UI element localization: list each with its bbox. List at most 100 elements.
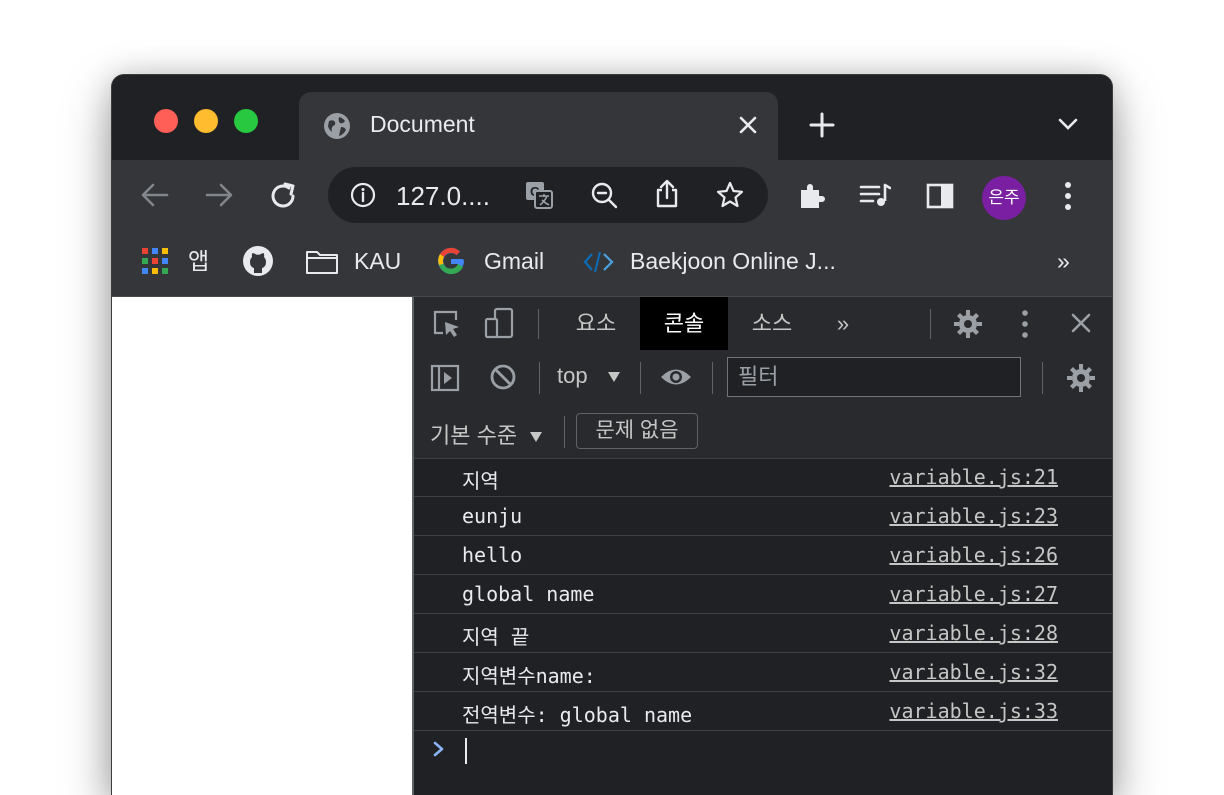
tab-console[interactable]: 콘솔	[640, 297, 728, 350]
dropdown-arrow-icon	[608, 372, 620, 382]
info-icon[interactable]	[350, 182, 376, 208]
zoom-window-button[interactable]	[234, 109, 258, 133]
page-viewport: 요소 콘솔 소스 » top 필터 기본 수준 문제 없음 지역 variabl…	[112, 297, 1112, 795]
console-message: 지역 variable.js:21	[414, 458, 1112, 497]
tab-elements[interactable]: 요소	[554, 297, 638, 350]
globe-icon	[324, 113, 350, 139]
folder-icon	[306, 251, 338, 274]
new-tab-icon[interactable]	[809, 112, 835, 138]
message-text: global name	[462, 582, 595, 606]
minimize-window-button[interactable]	[194, 109, 218, 133]
toolbar-divider	[1042, 362, 1043, 394]
toolbar-divider	[930, 309, 931, 339]
console-message: eunju variable.js:23	[414, 497, 1112, 536]
more-vert-icon[interactable]	[1063, 181, 1073, 211]
context-label: top	[557, 363, 588, 388]
source-link[interactable]: variable.js:23	[889, 504, 1058, 528]
message-text: 지역	[462, 469, 499, 493]
bookmark-github[interactable]	[242, 245, 276, 277]
console-message: 지역변수name: variable.js:32	[414, 653, 1112, 692]
reload-icon[interactable]	[269, 181, 299, 211]
prompt-chevron-icon	[433, 741, 444, 757]
source-link[interactable]: variable.js:21	[889, 465, 1058, 489]
filter-input[interactable]: 필터	[727, 357, 1021, 397]
context-selector[interactable]: top	[557, 363, 620, 393]
source-link[interactable]: variable.js:28	[889, 621, 1058, 645]
source-link[interactable]: variable.js:33	[889, 699, 1058, 723]
toolbar-divider	[564, 416, 565, 448]
bookmarks-bar: 앱 KAU Gmail Baekjoon Online J... »	[112, 232, 1112, 297]
back-arrow-icon[interactable]	[140, 182, 170, 208]
zoom-out-icon[interactable]	[590, 181, 618, 209]
bookmark-kau-folder[interactable]: KAU	[305, 245, 415, 277]
log-level-label: 기본 수준	[430, 423, 518, 448]
google-icon	[438, 247, 464, 275]
tab-sources[interactable]: 소스	[730, 297, 814, 350]
message-text: hello	[462, 543, 523, 567]
devtools-tab-bar: 요소 콘솔 소스 »	[414, 297, 1112, 351]
console-messages: 지역 variable.js:21 eunju variable.js:23 h…	[414, 458, 1112, 771]
toolbar-divider	[640, 362, 641, 394]
chevron-down-icon[interactable]	[1057, 116, 1079, 132]
tab-strip: Document	[112, 75, 1112, 160]
extensions-puzzle-icon[interactable]	[796, 180, 828, 212]
inspect-element-icon[interactable]	[432, 309, 462, 339]
toolbar-divider	[539, 362, 540, 394]
toolbar-divider	[538, 309, 539, 339]
bookmark-apps[interactable]: 앱	[142, 245, 212, 277]
settings-gear-icon[interactable]	[953, 309, 983, 339]
console-filter-bar: 기본 수준 문제 없음	[414, 406, 1112, 459]
browser-window: Document 127.0.... 은주 앱 KAU Gmail Baekjo…	[112, 75, 1112, 795]
more-tabs-button[interactable]: »	[826, 297, 860, 350]
live-expression-eye-icon[interactable]	[659, 366, 693, 388]
forward-arrow-icon[interactable]	[204, 182, 234, 208]
console-message: hello variable.js:26	[414, 536, 1112, 575]
github-icon	[243, 246, 273, 276]
bookmark-label: Baekjoon Online J...	[630, 248, 836, 274]
source-link[interactable]: variable.js:32	[889, 660, 1058, 684]
address-bar[interactable]: 127.0.... G	[328, 167, 768, 223]
clear-console-icon[interactable]	[489, 363, 517, 391]
share-icon[interactable]	[654, 179, 680, 209]
translate-icon[interactable]: G	[524, 180, 554, 210]
console-toolbar: top 필터	[414, 350, 1112, 406]
issues-button[interactable]: 문제 없음	[576, 413, 698, 449]
side-panel-icon[interactable]	[926, 183, 954, 209]
browser-toolbar: 127.0.... G	[112, 160, 1112, 232]
url-text: 127.0....	[396, 181, 490, 211]
message-text: 전역변수: global name	[462, 703, 693, 727]
console-message: 지역 끝 variable.js:28	[414, 614, 1112, 653]
close-devtools-icon[interactable]	[1070, 312, 1092, 334]
message-text: 지역변수name:	[462, 664, 596, 688]
close-tab-icon[interactable]	[736, 113, 760, 137]
bookmark-star-icon[interactable]	[715, 180, 745, 210]
tab-title: Document	[370, 111, 475, 137]
message-text: eunju	[462, 504, 523, 528]
bookmark-gmail[interactable]: Gmail	[435, 245, 565, 277]
profile-avatar[interactable]: 은주	[982, 176, 1026, 220]
sidebar-toggle-icon[interactable]	[430, 364, 460, 392]
bookmark-label: KAU	[354, 248, 402, 274]
toolbar-divider	[712, 362, 713, 394]
console-prompt[interactable]	[414, 731, 1112, 771]
source-link[interactable]: variable.js:26	[889, 543, 1058, 567]
message-text: 지역 끝	[462, 625, 530, 649]
log-level-dropdown[interactable]: 기본 수준	[430, 418, 543, 450]
code-icon	[583, 251, 614, 273]
devtools-menu-icon[interactable]	[1020, 309, 1030, 339]
console-settings-gear-icon[interactable]	[1066, 363, 1096, 393]
dropdown-arrow-icon	[530, 432, 543, 442]
console-message: global name variable.js:27	[414, 575, 1112, 614]
close-window-button[interactable]	[154, 109, 178, 133]
media-queue-icon[interactable]	[859, 182, 891, 208]
browser-tab[interactable]: Document	[299, 92, 778, 160]
device-toolbar-icon[interactable]	[484, 307, 516, 339]
source-link[interactable]: variable.js:27	[889, 582, 1058, 606]
bookmark-baekjoon[interactable]: Baekjoon Online J...	[582, 245, 862, 277]
apps-grid-icon	[142, 248, 168, 274]
bookmarks-overflow-button[interactable]: »	[1057, 245, 1077, 277]
bookmark-label: Gmail	[484, 248, 545, 274]
text-cursor	[465, 738, 467, 764]
console-message: 전역변수: global name variable.js:33	[414, 692, 1112, 731]
bookmark-label: 앱	[188, 248, 210, 274]
